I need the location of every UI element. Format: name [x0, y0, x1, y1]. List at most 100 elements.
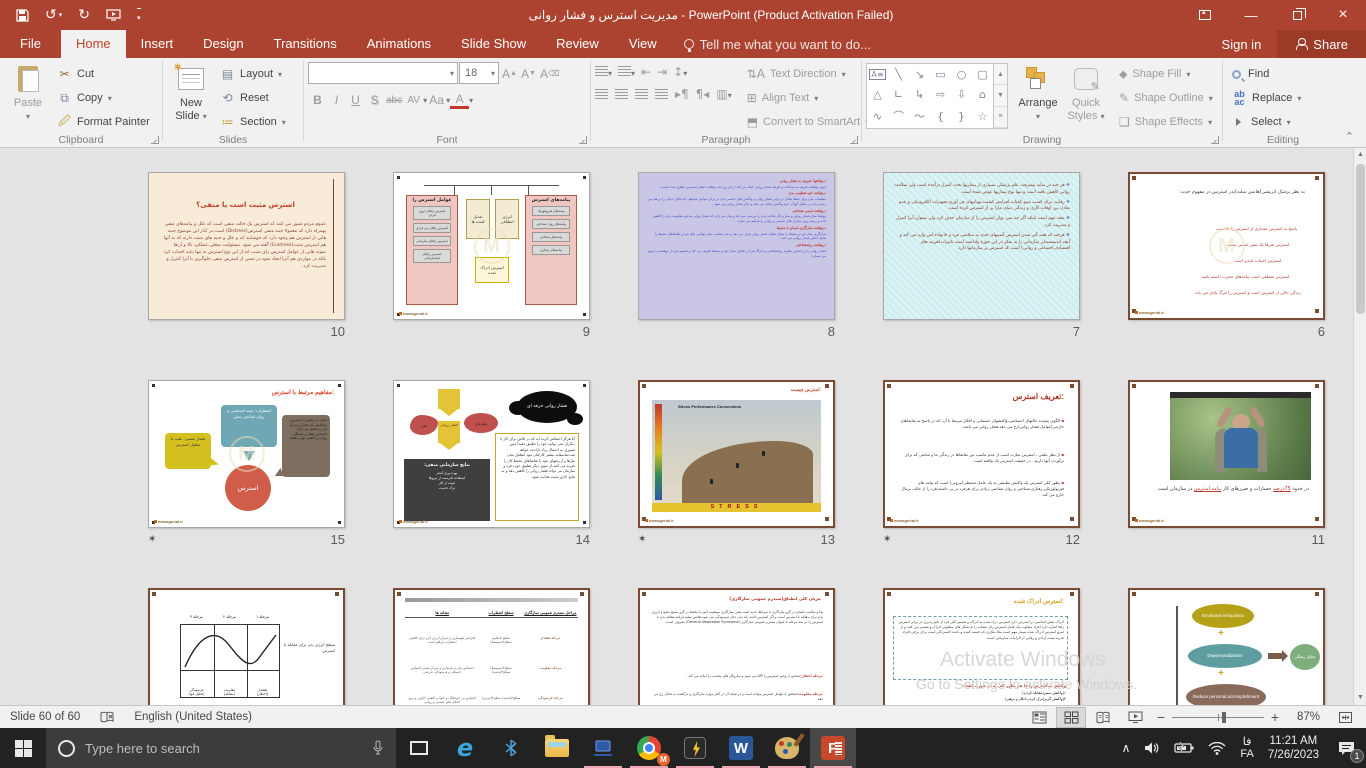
- replace-button[interactable]: abacReplace▾: [1227, 86, 1306, 110]
- minimize-button[interactable]: —: [1228, 0, 1274, 30]
- tab-home[interactable]: Home: [61, 30, 126, 58]
- align-text-button[interactable]: ⊞Align Text▾: [742, 86, 875, 110]
- elbow-arrow-shape-icon[interactable]: ↳: [915, 88, 924, 101]
- align-left-button[interactable]: [595, 89, 608, 99]
- down-arrow-shape-icon[interactable]: ⇩: [957, 88, 966, 101]
- elbow-shape-icon[interactable]: ∟: [894, 88, 903, 101]
- reading-view-button[interactable]: [1088, 707, 1118, 728]
- taskbar-winamp-button[interactable]: [672, 728, 718, 768]
- scribble-shape-icon[interactable]: ∿: [873, 110, 882, 123]
- oval-shape-icon[interactable]: ○: [957, 68, 967, 81]
- start-button[interactable]: [0, 728, 46, 768]
- align-center-button[interactable]: [615, 89, 628, 99]
- rtl-direction-button[interactable]: ¶◂: [696, 87, 710, 101]
- columns-button[interactable]: ▥▾: [716, 87, 731, 101]
- decrease-indent-icon[interactable]: ⇤: [641, 65, 651, 79]
- fit-slide-button[interactable]: [1330, 707, 1360, 728]
- restore-button[interactable]: [1274, 0, 1320, 30]
- slide-thumbnail-8[interactable]: رهیافتها: تعریف به فشار روانی: چون رهیاف…: [638, 172, 835, 320]
- arrange-button[interactable]: Arrange▾: [1014, 61, 1062, 123]
- zoom-slider[interactable]: [1172, 707, 1264, 728]
- scroll-down-icon[interactable]: ▼: [1354, 691, 1366, 705]
- close-button[interactable]: ×: [1320, 0, 1366, 30]
- tab-file[interactable]: File: [0, 30, 61, 58]
- tab-design[interactable]: Design: [188, 30, 258, 58]
- select-button[interactable]: Select▾: [1227, 110, 1306, 134]
- reset-button[interactable]: ⟲Reset: [215, 86, 291, 110]
- collapse-ribbon-icon[interactable]: ⌃: [1345, 130, 1354, 143]
- tab-slide-show[interactable]: Slide Show: [446, 30, 541, 58]
- section-button[interactable]: ≔Section▾: [215, 110, 291, 134]
- slide-thumbnail-9[interactable]: عوامل استرس زا استرس زاهای درون فردی است…: [393, 172, 590, 320]
- justify-button[interactable]: [655, 89, 668, 99]
- undo-caret-icon[interactable]: ▾: [59, 12, 63, 19]
- triangle-shape-icon[interactable]: △: [873, 88, 881, 101]
- action-center-button[interactable]: 1: [1326, 728, 1366, 768]
- layout-button[interactable]: ▤Layout▾: [215, 62, 291, 86]
- battery-icon[interactable]: [1167, 728, 1201, 768]
- shape-outline-button[interactable]: ✎Shape Outline▾: [1114, 86, 1218, 110]
- scrollbar-thumb[interactable]: [1356, 164, 1365, 314]
- volume-icon[interactable]: [1137, 728, 1167, 768]
- align-right-button[interactable]: [635, 89, 648, 99]
- slide-sorter-view-button[interactable]: [1056, 707, 1086, 728]
- drawing-dialog-launcher[interactable]: [1211, 136, 1219, 144]
- quick-styles-button[interactable]: Quick Styles ▾: [1062, 61, 1110, 123]
- italic-button[interactable]: I: [327, 90, 346, 110]
- share-button[interactable]: Share: [1277, 30, 1366, 58]
- microphone-icon[interactable]: [372, 740, 384, 756]
- slide-thumbnail-row3-3[interactable]: جریان کلی انطباق(سندرم عمومی سازگاری) بق…: [638, 588, 835, 705]
- tab-review[interactable]: Review: [541, 30, 614, 58]
- rectangle-shape-icon[interactable]: ▭: [935, 68, 945, 81]
- cut-button[interactable]: ✂Cut: [52, 62, 155, 86]
- undo-icon[interactable]: ↺▾: [45, 8, 62, 22]
- shapes-gallery-scroll[interactable]: ▲▼≡: [994, 63, 1008, 129]
- ltr-direction-button[interactable]: ▸¶: [675, 87, 689, 101]
- slide-thumbnail-13[interactable]: استرس چیست: Stress Performance Connectio…: [638, 380, 835, 528]
- scroll-up-icon[interactable]: ▲: [1354, 148, 1366, 162]
- tell-me-box[interactable]: Tell me what you want to do...: [672, 30, 883, 58]
- taskbar-bluetooth-button[interactable]: [488, 728, 534, 768]
- format-painter-button[interactable]: 🖉Format Painter: [52, 110, 155, 134]
- clock[interactable]: 11:21 AM7/26/2023: [1261, 728, 1326, 768]
- redo-icon[interactable]: ↻: [78, 8, 90, 22]
- slide-thumbnail-row3-5[interactable]: Emotional exhaustion + Depersonalization…: [1128, 588, 1325, 705]
- font-name-combo[interactable]: ▾: [308, 62, 458, 84]
- grow-font-button[interactable]: A▲: [500, 64, 519, 84]
- copy-button[interactable]: ⧉Copy▾: [52, 86, 155, 110]
- shape-fill-button[interactable]: ⬥Shape Fill▾: [1114, 62, 1218, 86]
- tray-chevron-icon[interactable]: ∧: [1115, 728, 1138, 768]
- taskbar-word-button[interactable]: W: [718, 728, 764, 768]
- save-icon[interactable]: [16, 9, 29, 22]
- slide-thumbnail-6[interactable]: به نظر پزشک اتریشی(هانس سلیه)پدر استرس د…: [1128, 172, 1325, 320]
- right-brace-shape-icon[interactable]: }: [958, 110, 965, 123]
- customize-qat-icon[interactable]: ▾: [137, 8, 141, 23]
- start-from-beginning-icon[interactable]: [106, 9, 121, 22]
- zoom-slider-thumb[interactable]: [1222, 712, 1226, 723]
- clipboard-dialog-launcher[interactable]: [151, 136, 159, 144]
- taskbar-edge-button[interactable]: e: [442, 728, 488, 768]
- font-color-button[interactable]: A: [450, 92, 469, 109]
- convert-smartart-button[interactable]: ⬒Convert to SmartArt▾: [742, 110, 875, 134]
- zoom-level[interactable]: 87%: [1286, 711, 1328, 723]
- language-switcher[interactable]: فاFA: [1233, 728, 1260, 768]
- find-button[interactable]: Find: [1227, 62, 1306, 86]
- rounded-rectangle-shape-icon[interactable]: ▢: [977, 68, 987, 81]
- slide-counter[interactable]: Slide 60 of 60: [0, 711, 90, 723]
- shapes-gallery[interactable]: A≡ ╲ ↘ ▭ ○ ▢ △ ∟ ↳ ⇨ ⇩ ⌂ ∿ ⌒ 〜 { } ☆: [866, 63, 994, 129]
- tab-insert[interactable]: Insert: [126, 30, 189, 58]
- clear-formatting-button[interactable]: A⌫: [538, 64, 561, 84]
- slide-thumbnail-12[interactable]: تعریف استرس: الگوی پیچیده حالتهای احساسی…: [883, 380, 1080, 528]
- tab-view[interactable]: View: [614, 30, 672, 58]
- paragraph-dialog-launcher[interactable]: [850, 136, 858, 144]
- zoom-in-button[interactable]: +: [1266, 709, 1284, 725]
- taskbar-file-explorer-button[interactable]: [534, 728, 580, 768]
- font-dialog-launcher[interactable]: [579, 136, 587, 144]
- slide-thumbnail-row3-1[interactable]: مرحله ۳ مرحله ۲ مرحله ۱ فرسودگی(تحلیل قو…: [148, 588, 345, 705]
- text-direction-button[interactable]: ⇅AText Direction▾: [742, 62, 875, 86]
- slide-thumbnail-7[interactable]: هر چند در سایه پیشرفت علم پزشکی بسیاری ا…: [883, 172, 1080, 320]
- numbering-button[interactable]: ▾: [618, 63, 635, 81]
- taskbar-pc-app-button[interactable]: [580, 728, 626, 768]
- text-shadow-button[interactable]: S: [365, 90, 384, 110]
- slide-thumbnail-row3-2[interactable]: مراحل سندرم عمومی سازگاری سطح اضطراب نشا…: [393, 588, 590, 705]
